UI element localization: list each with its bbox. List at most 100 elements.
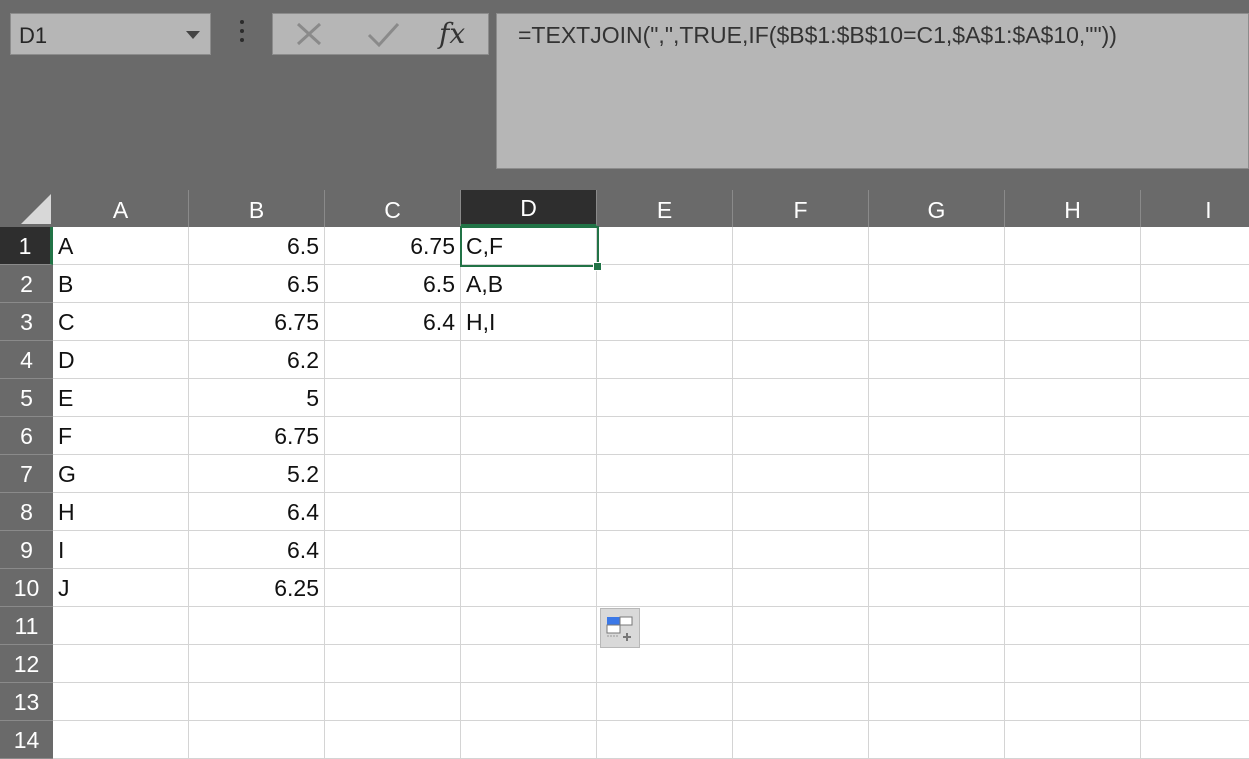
row-header-14[interactable]: 14 xyxy=(0,721,53,759)
cell-c13[interactable] xyxy=(325,683,461,721)
cell-h7[interactable] xyxy=(1005,455,1141,493)
cell-f13[interactable] xyxy=(733,683,869,721)
cell-b8[interactable]: 6.4 xyxy=(189,493,325,531)
cell-d3[interactable]: H,I xyxy=(461,303,597,341)
cell-i4[interactable] xyxy=(1141,341,1249,379)
quick-analysis-button[interactable] xyxy=(600,608,640,648)
cell-d12[interactable] xyxy=(461,645,597,683)
cell-a4[interactable]: D xyxy=(53,341,189,379)
column-header-a[interactable]: A xyxy=(53,190,189,227)
cell-f6[interactable] xyxy=(733,417,869,455)
cell-h14[interactable] xyxy=(1005,721,1141,759)
column-header-e[interactable]: E xyxy=(597,190,733,227)
cell-e3[interactable] xyxy=(597,303,733,341)
select-all-button[interactable] xyxy=(0,190,53,227)
cell-g1[interactable] xyxy=(869,227,1005,265)
cell-a12[interactable] xyxy=(53,645,189,683)
row-header-1[interactable]: 1 xyxy=(0,227,53,265)
cell-i1[interactable] xyxy=(1141,227,1249,265)
cell-d4[interactable] xyxy=(461,341,597,379)
name-box[interactable]: D1 xyxy=(10,13,211,55)
cell-c9[interactable] xyxy=(325,531,461,569)
cell-g11[interactable] xyxy=(869,607,1005,645)
cell-e10[interactable] xyxy=(597,569,733,607)
cell-i8[interactable] xyxy=(1141,493,1249,531)
cell-a1[interactable]: A xyxy=(53,227,189,265)
cell-d9[interactable] xyxy=(461,531,597,569)
cell-e1[interactable] xyxy=(597,227,733,265)
column-header-f[interactable]: F xyxy=(733,190,869,227)
column-header-d[interactable]: D xyxy=(461,190,597,227)
cell-g7[interactable] xyxy=(869,455,1005,493)
cell-h9[interactable] xyxy=(1005,531,1141,569)
cell-h3[interactable] xyxy=(1005,303,1141,341)
cell-a7[interactable]: G xyxy=(53,455,189,493)
cell-i6[interactable] xyxy=(1141,417,1249,455)
column-header-i[interactable]: I xyxy=(1141,190,1249,227)
cell-a6[interactable]: F xyxy=(53,417,189,455)
cell-c14[interactable] xyxy=(325,721,461,759)
cancel-button[interactable] xyxy=(279,14,339,54)
cell-d2[interactable]: A,B xyxy=(461,265,597,303)
cell-e13[interactable] xyxy=(597,683,733,721)
cell-b1[interactable]: 6.5 xyxy=(189,227,325,265)
column-header-b[interactable]: B xyxy=(189,190,325,227)
cell-f8[interactable] xyxy=(733,493,869,531)
cell-f11[interactable] xyxy=(733,607,869,645)
cell-i2[interactable] xyxy=(1141,265,1249,303)
cell-g4[interactable] xyxy=(869,341,1005,379)
row-header-8[interactable]: 8 xyxy=(0,493,53,531)
cell-i3[interactable] xyxy=(1141,303,1249,341)
formula-input[interactable]: =TEXTJOIN(",",TRUE,IF($B$1:$B$10=C1,$A$1… xyxy=(496,13,1249,169)
cell-h8[interactable] xyxy=(1005,493,1141,531)
cell-e7[interactable] xyxy=(597,455,733,493)
cell-c6[interactable] xyxy=(325,417,461,455)
cell-e2[interactable] xyxy=(597,265,733,303)
row-header-11[interactable]: 11 xyxy=(0,607,53,645)
cell-f12[interactable] xyxy=(733,645,869,683)
cell-i12[interactable] xyxy=(1141,645,1249,683)
cell-b6[interactable]: 6.75 xyxy=(189,417,325,455)
cell-f5[interactable] xyxy=(733,379,869,417)
cell-f2[interactable] xyxy=(733,265,869,303)
cell-h11[interactable] xyxy=(1005,607,1141,645)
cell-h12[interactable] xyxy=(1005,645,1141,683)
cell-b9[interactable]: 6.4 xyxy=(189,531,325,569)
cell-f7[interactable] xyxy=(733,455,869,493)
cell-a14[interactable] xyxy=(53,721,189,759)
cell-a5[interactable]: E xyxy=(53,379,189,417)
column-header-g[interactable]: G xyxy=(869,190,1005,227)
enter-button[interactable] xyxy=(353,14,413,54)
cell-g6[interactable] xyxy=(869,417,1005,455)
column-header-h[interactable]: H xyxy=(1005,190,1141,227)
cell-d13[interactable] xyxy=(461,683,597,721)
row-header-3[interactable]: 3 xyxy=(0,303,53,341)
cell-g14[interactable] xyxy=(869,721,1005,759)
row-header-2[interactable]: 2 xyxy=(0,265,53,303)
cell-c4[interactable] xyxy=(325,341,461,379)
cell-e8[interactable] xyxy=(597,493,733,531)
cell-c11[interactable] xyxy=(325,607,461,645)
cell-h13[interactable] xyxy=(1005,683,1141,721)
cell-e6[interactable] xyxy=(597,417,733,455)
cell-f10[interactable] xyxy=(733,569,869,607)
row-header-7[interactable]: 7 xyxy=(0,455,53,493)
cell-c12[interactable] xyxy=(325,645,461,683)
cell-g10[interactable] xyxy=(869,569,1005,607)
cell-a11[interactable] xyxy=(53,607,189,645)
fill-handle[interactable] xyxy=(593,262,602,271)
cell-e12[interactable] xyxy=(597,645,733,683)
cell-d10[interactable] xyxy=(461,569,597,607)
cell-c5[interactable] xyxy=(325,379,461,417)
cell-h10[interactable] xyxy=(1005,569,1141,607)
row-header-6[interactable]: 6 xyxy=(0,417,53,455)
cell-a2[interactable]: B xyxy=(53,265,189,303)
cell-c1[interactable]: 6.75 xyxy=(325,227,461,265)
cell-i5[interactable] xyxy=(1141,379,1249,417)
cell-d11[interactable] xyxy=(461,607,597,645)
cell-h4[interactable] xyxy=(1005,341,1141,379)
cell-e5[interactable] xyxy=(597,379,733,417)
cell-d6[interactable] xyxy=(461,417,597,455)
cell-e14[interactable] xyxy=(597,721,733,759)
cell-i13[interactable] xyxy=(1141,683,1249,721)
